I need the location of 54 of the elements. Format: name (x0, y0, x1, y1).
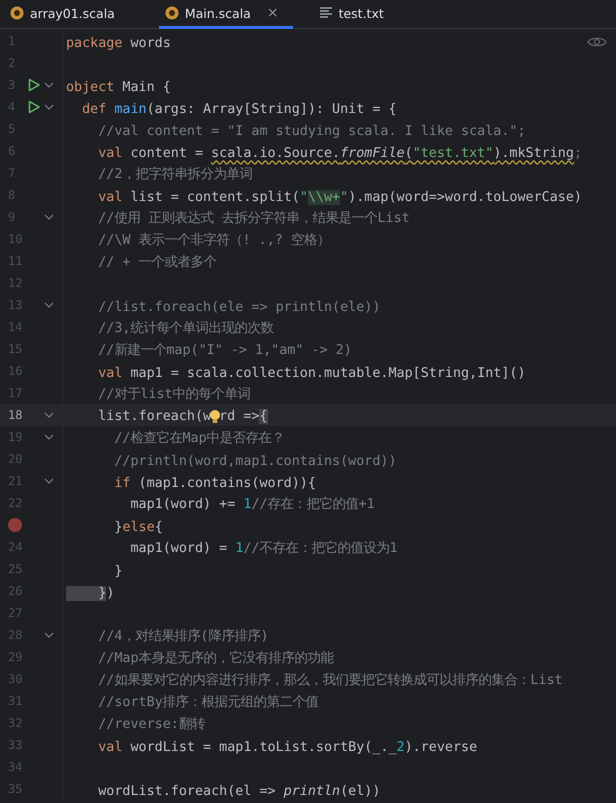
file-tab[interactable]: Main.scala × (158, 0, 293, 29)
fold-chevron-icon[interactable] (44, 478, 54, 484)
file-icon (164, 6, 179, 20)
code-line: }else{ (113, 520, 163, 534)
code-line: //使用 正则表达式 去拆分字符串，结果是一个List (97, 210, 410, 227)
fold-chevron-icon[interactable] (44, 434, 54, 440)
fold-chevron-icon[interactable] (44, 104, 54, 110)
eye-icon[interactable] (587, 36, 607, 48)
code-line: if (map1.contains(word)){ (113, 476, 316, 490)
code-line: //2，把字符串拆分为单词 (97, 166, 252, 183)
code-line: package words (66, 36, 171, 50)
code-line: list.foreach(w rd =>{ (97, 408, 268, 425)
code-line: } (113, 564, 122, 578)
file-tab[interactable]: array01.scala (4, 0, 129, 29)
code-line: object Main { (66, 80, 171, 94)
code-line: map1(word) = 1//不存在：把它的值设为1 (129, 540, 398, 558)
code-line: map1(word) += 1//存在：把它的值+1 (129, 496, 375, 514)
code-line: //4，对结果排序(降序排序) (97, 628, 269, 645)
code-line: //sortBy排序：根据元组的第二个值 (97, 694, 319, 711)
tab-label: test.txt (338, 6, 384, 20)
code-line: def main(args: Array[String]): Unit = { (81, 102, 397, 116)
file-tab[interactable]: test.txt (312, 0, 398, 29)
code-line: wordList.foreach(el => println(el)) (97, 784, 380, 798)
code-line: //Map本身是无序的，它没有排序的功能 (97, 650, 334, 667)
code-line: //如果要对它的内容进行排序，那么，我们要把它转换成可以排序的集合：List (97, 672, 563, 689)
code-line: }) (66, 586, 114, 600)
code-line: val map1 = scala.collection.mutable.Map[String,Int]() (97, 366, 526, 380)
text-file-icon (318, 6, 333, 20)
code-line: //println(word,map1.contains(word)) (113, 454, 397, 468)
code-line: //reverse:翻转 (97, 716, 205, 733)
fold-chevron-icon[interactable] (44, 302, 54, 308)
run-icon[interactable] (28, 100, 40, 114)
breakpoint-icon[interactable] (8, 518, 22, 532)
code-line: //val content = "I am studying scala. I like scala."; (97, 124, 526, 138)
fold-chevron-icon[interactable] (44, 412, 54, 418)
fold-chevron-icon[interactable] (44, 632, 54, 638)
code-line: //检查它在Map中是否存在？ (113, 430, 285, 447)
code-line: //3,统计每个单词出现的次数 (97, 320, 274, 337)
code-line: //对于list中的每个单词 (97, 386, 251, 403)
file-icon (10, 6, 24, 20)
run-icon[interactable] (28, 78, 40, 92)
tab-label: array01.scala (30, 6, 115, 20)
tab-label: Main.scala (184, 6, 251, 20)
code-line: //\W 表示一个非字符（! .,? 空格） (97, 232, 330, 249)
code-line: val content = scala.io.Source.fromFile("test.txt").mkString; (97, 146, 582, 160)
code-line: //list.foreach(ele => println(ele)) (97, 300, 380, 314)
line-number: 18 (8, 408, 22, 422)
code-line: val list = content.split("\\w+").map(word=>word.toLowerCase) (97, 190, 582, 204)
fold-chevron-icon[interactable] (44, 214, 54, 220)
fold-chevron-icon[interactable] (44, 82, 54, 88)
code-line: // + 一个或者多个 (97, 254, 217, 271)
code-line: //新建一个map("I" -> 1,"am" -> 2) (97, 342, 352, 359)
code-line: val wordList = map1.toList.sortBy(_._2).reverse (97, 740, 478, 754)
close-icon[interactable]: × (266, 5, 279, 21)
